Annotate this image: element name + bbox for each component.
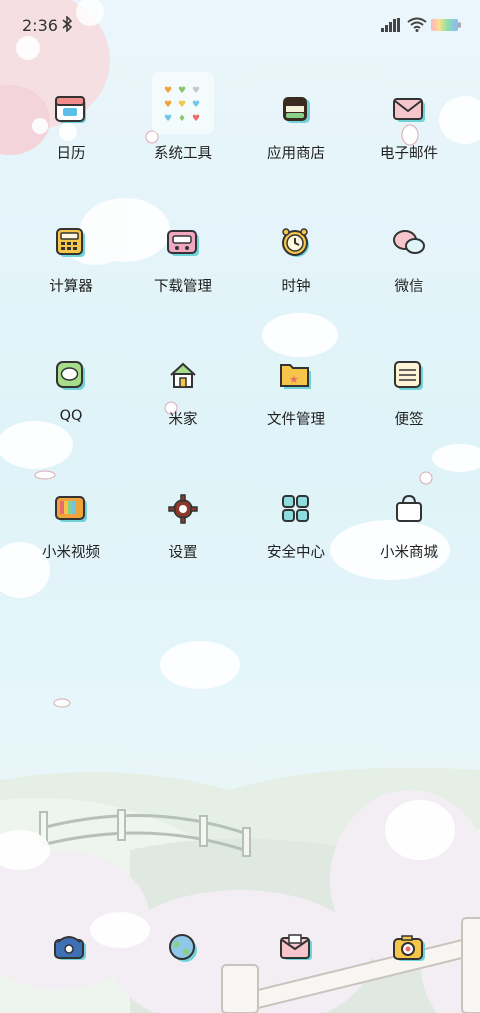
app-label: 设置 — [168, 545, 198, 561]
dock-browser[interactable] — [153, 922, 213, 972]
app-settings[interactable]: 设置 — [127, 481, 239, 591]
folder-icon: ♥ ♥ ♥ ♥ ♥ ♥ ♥ ♦ ♥ — [163, 84, 203, 124]
gear-icon — [165, 491, 201, 527]
app-clock[interactable]: 时钟 — [240, 215, 352, 325]
svg-text:♦: ♦ — [178, 114, 186, 124]
svg-text:♥: ♥ — [192, 100, 200, 110]
app-calculator[interactable]: 计算器 — [15, 215, 127, 325]
svg-text:♥: ♥ — [164, 86, 172, 96]
app-mi-home[interactable]: 米家 — [127, 348, 239, 458]
app-label: 应用商店 — [267, 146, 325, 162]
app-label: 米家 — [168, 412, 198, 428]
app-system-tools[interactable]: ♥ ♥ ♥ ♥ ♥ ♥ ♥ ♦ ♥ 系统工具 — [127, 82, 239, 192]
file-manager-icon: ★ — [278, 358, 314, 394]
dock-camera[interactable] — [379, 922, 439, 972]
app-mi-store[interactable]: 小米商城 — [353, 481, 465, 591]
phone-icon — [52, 930, 88, 966]
message-icon — [278, 930, 314, 966]
shopping-bag-icon — [391, 491, 427, 527]
clock-icon — [278, 225, 314, 261]
app-label: 系统工具 — [154, 146, 212, 162]
app-label: 文件管理 — [267, 412, 325, 428]
svg-text:♥: ♥ — [164, 114, 172, 124]
svg-text:♥: ♥ — [192, 114, 200, 124]
app-label: 小米视频 — [42, 545, 100, 561]
app-label: 时钟 — [281, 279, 311, 295]
app-label: 日历 — [56, 146, 86, 162]
app-label: 计算器 — [49, 279, 93, 295]
notes-icon — [391, 358, 427, 394]
app-security-center[interactable]: 安全中心 — [240, 481, 352, 591]
email-icon — [391, 92, 427, 128]
home-icon — [165, 358, 201, 394]
security-icon — [278, 491, 314, 527]
app-label: 下载管理 — [154, 279, 212, 295]
app-label: 小米商城 — [380, 545, 438, 561]
svg-text:♥: ♥ — [164, 100, 172, 110]
app-file-manager[interactable]: ★ 文件管理 — [240, 348, 352, 458]
wifi-icon — [407, 17, 427, 32]
svg-text:♥: ♥ — [192, 86, 200, 96]
app-mi-video[interactable]: 小米视频 — [15, 481, 127, 591]
app-label: 便签 — [394, 412, 424, 428]
app-label: 安全中心 — [267, 545, 325, 561]
calendar-icon — [53, 92, 89, 128]
app-notes[interactable]: 便签 — [353, 348, 465, 458]
app-wechat[interactable]: 微信 — [353, 215, 465, 325]
svg-text:♥: ♥ — [178, 100, 186, 110]
app-store-icon — [278, 92, 314, 128]
calculator-icon — [53, 225, 89, 261]
app-qq[interactable]: QQ — [15, 348, 127, 458]
bluetooth-icon — [62, 16, 72, 32]
app-download-manager[interactable]: 下载管理 — [127, 215, 239, 325]
qq-icon — [53, 358, 89, 394]
app-store[interactable]: 应用商店 — [240, 82, 352, 192]
status-time: 2:36 — [22, 16, 58, 35]
app-calendar[interactable]: 日历 — [15, 82, 127, 192]
download-icon — [165, 225, 201, 261]
wechat-icon — [391, 225, 427, 261]
app-label: 电子邮件 — [380, 146, 438, 162]
svg-text:♥: ♥ — [178, 86, 186, 96]
tv-icon — [53, 491, 89, 527]
svg-text:★: ★ — [289, 373, 299, 386]
app-email[interactable]: 电子邮件 — [353, 82, 465, 192]
app-label: QQ — [59, 408, 83, 424]
dock-messages[interactable] — [266, 922, 326, 972]
signal-icon — [381, 18, 400, 32]
dock-phone[interactable] — [40, 922, 100, 972]
battery-icon — [431, 19, 461, 31]
camera-icon — [391, 930, 427, 966]
status-bar: 2:36 — [0, 0, 480, 52]
app-label: 微信 — [394, 279, 424, 295]
globe-icon — [165, 930, 201, 966]
